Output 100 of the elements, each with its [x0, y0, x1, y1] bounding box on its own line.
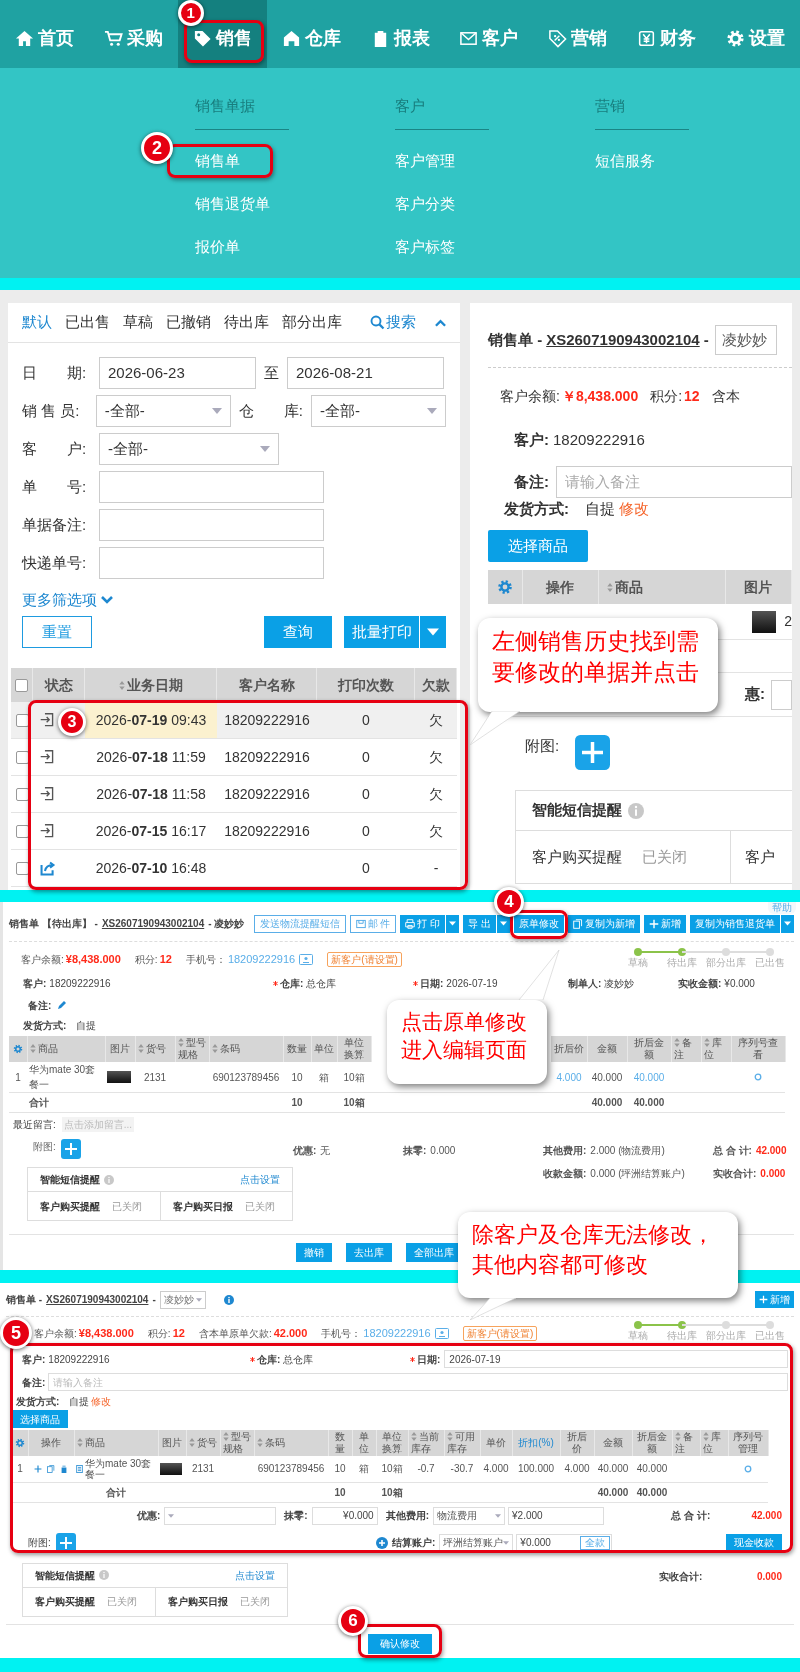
nav-item[interactable]: 报表 [355, 0, 445, 68]
copy-icon[interactable] [47, 1464, 55, 1473]
nav-item[interactable]: 设置 [711, 0, 800, 68]
edit-link[interactable]: 修改 [91, 1393, 112, 1409]
menu-item[interactable]: 客户管理 [395, 150, 455, 173]
column-header[interactable]: 货号 [135, 1036, 175, 1062]
full-amount-button[interactable]: 全款 [580, 1535, 611, 1550]
toolbar-button[interactable]: 新增 [644, 914, 686, 933]
settings-icon[interactable] [14, 1438, 25, 1448]
add-circle-icon[interactable] [376, 1536, 388, 1549]
add-image-button[interactable] [61, 1139, 81, 1159]
toolbar-button[interactable]: 导 出 [463, 914, 496, 933]
reset-button[interactable]: 重置 [22, 616, 92, 648]
dropdown-button[interactable] [445, 914, 460, 933]
date-field[interactable]: 2026-08-21 [287, 357, 444, 389]
checkbox[interactable] [15, 824, 29, 838]
column-header[interactable]: 可用库存 [444, 1430, 480, 1456]
view-icon[interactable] [744, 1464, 752, 1473]
column-header[interactable]: 库位 [701, 1036, 731, 1062]
nav-item[interactable]: 首页 [0, 0, 89, 68]
help-button[interactable]: 帮助 [768, 902, 796, 914]
toolbar-button[interactable]: 发送物流提醒短信 [253, 914, 346, 933]
select-field[interactable]: -全部- [311, 395, 446, 427]
checkbox[interactable] [15, 750, 29, 764]
column-header[interactable]: 条码 [254, 1430, 328, 1456]
choose-product-button[interactable]: 选择商品 [12, 1410, 68, 1428]
edit-link[interactable]: 修改 [619, 497, 649, 521]
filter-tab[interactable]: 部分出库 [282, 311, 342, 334]
dropdown-button[interactable] [419, 616, 446, 648]
filter-tab[interactable]: 默认 [22, 311, 52, 334]
settings-link[interactable]: 点击设置 [240, 1172, 280, 1187]
menu-item[interactable]: 销售单 [195, 150, 240, 173]
text-field[interactable] [99, 547, 324, 579]
column-header[interactable]: 条码 [209, 1036, 283, 1062]
column-header[interactable]: 型号规格 [175, 1036, 209, 1062]
column-header[interactable]: 商品 [74, 1430, 158, 1456]
product-icon[interactable] [76, 1464, 83, 1473]
toolbar-button[interactable]: 复制为销售退货单 [690, 914, 780, 933]
delete-icon[interactable] [60, 1464, 68, 1473]
checkbox[interactable] [15, 861, 29, 875]
collapse-icon[interactable] [435, 318, 446, 327]
add-image-button[interactable] [575, 735, 610, 770]
date-field[interactable]: 2026-06-23 [99, 357, 256, 389]
checkbox[interactable] [15, 678, 28, 692]
dropdown-button[interactable] [780, 914, 794, 933]
plus-icon[interactable] [34, 1464, 42, 1473]
settings-link[interactable]: 点击设置 [235, 1567, 275, 1583]
column-header[interactable]: 库位 [700, 1430, 728, 1456]
filter-tab[interactable]: 已出售 [65, 311, 110, 334]
nav-item[interactable]: 营销 [533, 0, 623, 68]
query-button[interactable]: 查询 [264, 616, 332, 648]
toolbar-button[interactable]: 打 印 [400, 914, 446, 933]
more-filters-link[interactable]: 更多筛选项 [22, 591, 113, 609]
batch-print-button[interactable]: 批量打印 [344, 616, 419, 648]
view-icon[interactable] [754, 1073, 762, 1081]
toolbar-button[interactable]: 原单修改 [514, 914, 564, 933]
action-button[interactable]: 撤销 [296, 1243, 332, 1262]
select-field[interactable]: 凌妙妙 [159, 1290, 206, 1309]
column-header[interactable]: 货号 [186, 1430, 220, 1456]
account-select[interactable]: 坪洲结算账户 [439, 1533, 514, 1552]
column-header[interactable]: 型号规格 [220, 1430, 254, 1456]
nav-item[interactable]: 财务 [622, 0, 712, 68]
date-field[interactable]: 2026-07-19 [444, 1350, 788, 1368]
confirm-button[interactable]: 确认修改 [368, 1633, 432, 1654]
checkbox[interactable] [15, 787, 29, 801]
menu-item[interactable]: 客户标签 [395, 236, 455, 259]
nav-item[interactable]: 客户 [444, 0, 534, 68]
discount-field[interactable] [771, 679, 792, 710]
menu-item[interactable]: 销售退货单 [195, 193, 270, 216]
text-field[interactable] [99, 471, 324, 503]
note-field[interactable]: 请输入备注 [556, 466, 792, 498]
settings-icon[interactable] [12, 1044, 23, 1054]
toolbar-button[interactable]: 复制为新增 [568, 914, 640, 933]
cash-receipt-button[interactable]: 现金收款 [726, 1533, 782, 1552]
text-field[interactable] [99, 509, 324, 541]
filter-tab[interactable]: 待出库 [224, 311, 269, 334]
column-header[interactable]: 当前库存 [408, 1430, 444, 1456]
select-field[interactable]: 凌妙妙 [714, 325, 777, 355]
amount-field[interactable]: ¥0.000 [311, 1506, 378, 1525]
nav-item[interactable]: 销售 1 [177, 0, 267, 68]
toolbar-button[interactable]: 邮 件 [349, 914, 397, 933]
column-header[interactable]: 业务日期 [85, 668, 217, 702]
dropdown-button[interactable] [496, 914, 510, 933]
menu-item[interactable]: 客户分类 [395, 193, 455, 216]
column-header[interactable]: 商品 [598, 570, 726, 604]
nav-item[interactable]: 采购 [88, 0, 178, 68]
column-header[interactable]: 商品 [27, 1036, 105, 1062]
filter-tab[interactable]: 草稿 [123, 311, 153, 334]
fee-type-select[interactable]: 物流费用 [433, 1506, 506, 1525]
checkbox[interactable] [15, 713, 29, 727]
filter-tab[interactable]: 已撤销 [166, 311, 211, 334]
settings-icon[interactable] [497, 579, 513, 595]
nav-item[interactable]: 仓库 [266, 0, 356, 68]
new-button[interactable]: 新增 [755, 1291, 794, 1308]
amount-field[interactable]: ¥2.000 [508, 1506, 605, 1525]
menu-item[interactable]: 报价单 [195, 236, 240, 259]
amount-field[interactable]: ¥0.000 全款 [516, 1533, 613, 1552]
select-field[interactable]: -全部- [99, 433, 279, 465]
search-link[interactable]: 搜索 [370, 311, 416, 334]
column-header[interactable]: 备注 [671, 1036, 701, 1062]
